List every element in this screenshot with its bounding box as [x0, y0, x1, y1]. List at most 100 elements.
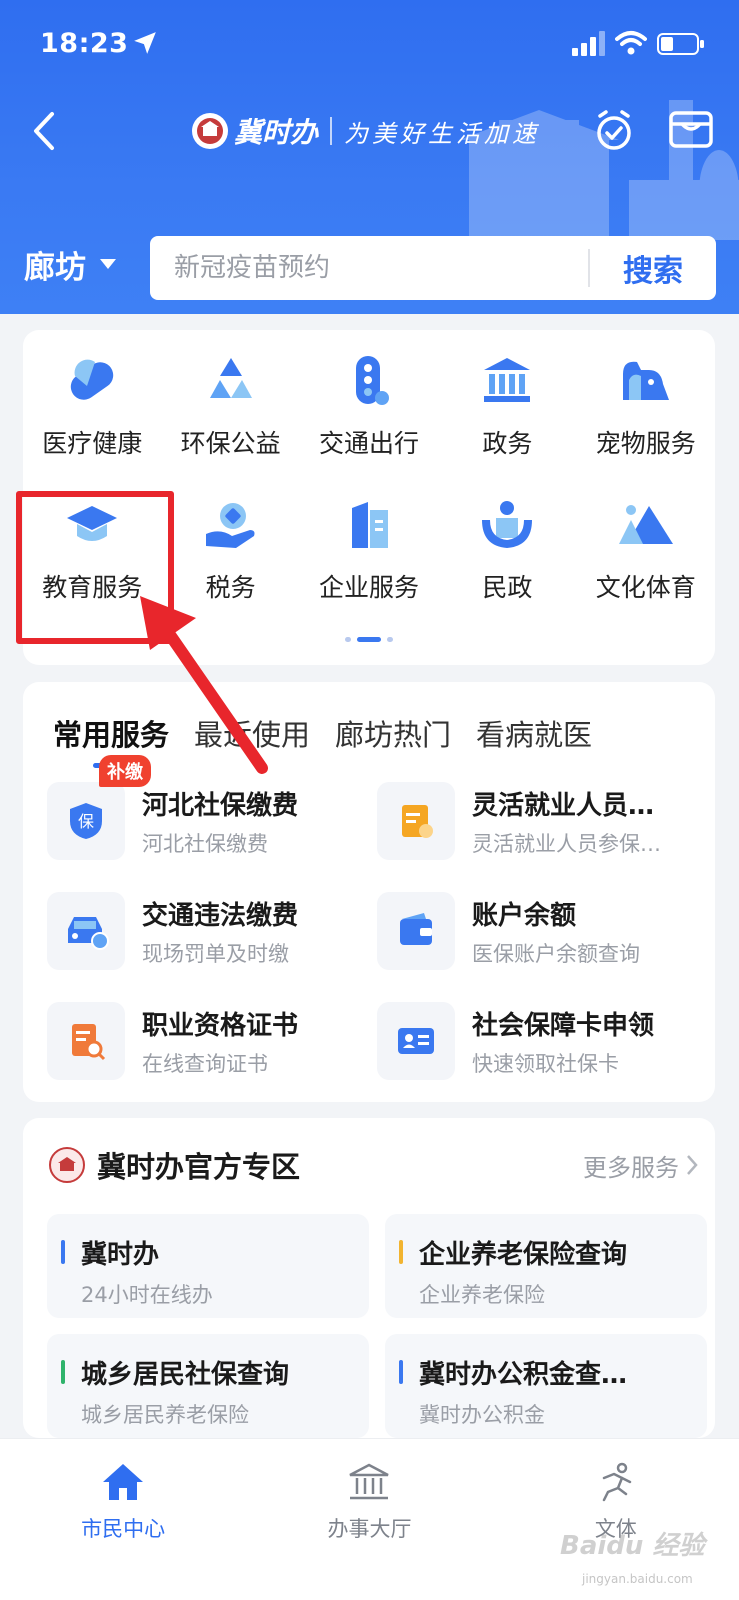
common-item-title: 账户余额 — [472, 900, 577, 931]
enterprise-building-icon — [338, 494, 400, 556]
official-zone-header: 冀时办官方专区 更多服务 — [49, 1144, 699, 1186]
brand-banner: 冀时办 为美好生活加速 — [192, 108, 540, 154]
service-environment[interactable]: 环保公益 — [161, 350, 299, 460]
common-item-social-insurance-payment[interactable]: 保 补缴 河北社保缴费 河北社保缴费 — [47, 755, 377, 860]
tab-recent[interactable]: 最近使用 — [194, 712, 310, 754]
chevron-right-icon — [687, 1155, 698, 1175]
page-dot — [387, 637, 393, 642]
official-item-title: 城乡居民社保查询 — [81, 1360, 290, 1390]
service-label: 环保公益 — [180, 429, 281, 458]
service-culture-sports[interactable]: 文化体育 — [577, 494, 715, 604]
official-item-title: 冀时办 — [81, 1240, 160, 1270]
service-tabs: 常用服务 最近使用 廊坊热门 看病就医 — [53, 712, 592, 768]
tab-medical[interactable]: 看病就医 — [476, 712, 592, 754]
service-label: 宠物服务 — [595, 429, 696, 458]
card-wallet-icon[interactable] — [668, 108, 714, 150]
common-item-subtitle: 快速领取社保卡 — [472, 1051, 619, 1076]
alarm-clock-icon[interactable] — [594, 108, 634, 152]
common-service-list: 保 补缴 河北社保缴费 河北社保缴费 灵活就业人员… 灵活就业人员参保… 交通违… — [47, 755, 707, 1080]
document-edit-icon — [377, 782, 455, 860]
service-tax[interactable]: 税务 — [161, 494, 299, 604]
recycle-icon — [200, 350, 262, 412]
accent-bar — [61, 1240, 65, 1264]
svg-text:保: 保 — [78, 812, 94, 831]
more-services-label: 更多服务 — [583, 1153, 679, 1182]
running-icon — [593, 1459, 639, 1505]
more-services-link[interactable]: 更多服务 — [583, 1148, 699, 1183]
supplement-badge: 补缴 — [99, 755, 151, 787]
caret-down-icon — [100, 259, 116, 269]
common-item-title: 社会保障卡申领 — [472, 1010, 655, 1041]
civil-affairs-icon — [476, 494, 538, 556]
common-item-account-balance[interactable]: 账户余额 医保账户余额查询 — [377, 892, 707, 970]
common-item-flexible-employment[interactable]: 灵活就业人员… 灵活就业人员参保… — [377, 782, 707, 860]
search-input[interactable] — [150, 236, 588, 300]
common-services-card: 常用服务 最近使用 廊坊热门 看病就医 保 补缴 河北社保缴费 河北社保缴费 灵… — [23, 682, 715, 1102]
official-item-subtitle: 冀时办公积金 — [419, 1403, 545, 1427]
nav-label: 办事大厅 — [327, 1517, 412, 1541]
id-card-icon — [377, 1002, 455, 1080]
social-insurance-icon: 保 — [47, 782, 125, 860]
common-item-traffic-fine[interactable]: 交通违法缴费 现场罚单及时缴 — [47, 892, 377, 970]
service-traffic[interactable]: 交通出行 — [300, 350, 438, 460]
service-pet[interactable]: 宠物服务 — [577, 350, 715, 460]
common-item-subtitle: 现场罚单及时缴 — [142, 941, 289, 966]
service-label: 文化体育 — [595, 573, 696, 602]
city-skyline-decoration — [459, 100, 739, 240]
nav-label: 市民中心 — [81, 1517, 166, 1541]
tab-langfang-hot[interactable]: 廊坊热门 — [335, 712, 451, 754]
page-dot-active — [357, 637, 381, 642]
wifi-icon — [615, 31, 647, 55]
tab-common[interactable]: 常用服务 — [53, 712, 169, 768]
baidu-watermark: Baidu 经验 — [560, 1531, 705, 1561]
service-label: 医疗健康 — [42, 429, 143, 458]
baidu-watermark-url: jingyan.baidu.com — [582, 1572, 693, 1586]
official-item-resident-social-security[interactable]: 城乡居民社保查询 城乡居民养老保险 — [47, 1334, 369, 1438]
location-arrow-icon — [134, 32, 156, 54]
home-icon — [100, 1459, 146, 1505]
service-enterprise[interactable]: 企业服务 — [300, 494, 438, 604]
wallet-icon — [377, 892, 455, 970]
common-item-title: 交通违法缴费 — [142, 900, 299, 931]
battery-icon — [657, 33, 704, 55]
official-zone-card: 冀时办官方专区 更多服务 冀时办 24小时在线办 企业养老保险查询 企业养老保险… — [23, 1118, 715, 1438]
accent-bar — [399, 1360, 403, 1384]
common-item-qualification-certificate[interactable]: 职业资格证书 在线查询证书 — [47, 1002, 377, 1080]
service-label: 民政 — [482, 573, 533, 602]
tax-hand-icon — [200, 494, 262, 556]
signal-icon — [572, 31, 605, 56]
mountain-icon — [615, 494, 677, 556]
city-name: 廊坊 — [24, 249, 86, 286]
city-selector[interactable]: 廊坊 — [24, 238, 116, 290]
government-building-icon — [476, 350, 538, 412]
common-item-social-security-card[interactable]: 社会保障卡申领 快速领取社保卡 — [377, 1002, 707, 1080]
common-item-subtitle: 在线查询证书 — [142, 1051, 268, 1076]
brand-logo-icon — [192, 113, 228, 149]
nav-service-hall[interactable]: 办事大厅 — [246, 1439, 492, 1600]
official-item-title: 企业养老保险查询 — [419, 1240, 628, 1270]
common-item-title: 职业资格证书 — [142, 1010, 299, 1041]
official-item-jishiban[interactable]: 冀时办 24小时在线办 — [47, 1214, 369, 1318]
common-item-subtitle: 灵活就业人员参保… — [472, 831, 661, 856]
official-item-enterprise-pension[interactable]: 企业养老保险查询 企业养老保险 — [385, 1214, 707, 1318]
education-highlight-box — [16, 491, 174, 644]
page-dot — [345, 637, 351, 642]
search-button[interactable]: 搜索 — [590, 246, 716, 290]
hall-icon — [346, 1459, 392, 1505]
official-item-title: 冀时办公积金查… — [419, 1360, 628, 1390]
nav-citizen-center[interactable]: 市民中心 — [0, 1439, 246, 1600]
back-icon[interactable] — [28, 108, 64, 154]
brand-name: 冀时办 — [234, 116, 319, 149]
search-box: 搜索 — [150, 236, 716, 300]
official-item-housing-fund[interactable]: 冀时办公积金查… 冀时办公积金 — [385, 1334, 707, 1438]
service-civil-affairs[interactable]: 民政 — [438, 494, 576, 604]
service-medical[interactable]: 医疗健康 — [23, 350, 161, 460]
status-time: 18:23 — [40, 28, 129, 59]
status-bar: 18:23 — [0, 0, 739, 90]
pet-icon — [615, 350, 677, 412]
official-service-list: 冀时办 24小时在线办 企业养老保险查询 企业养老保险 城乡居民社保查询 城乡居… — [47, 1214, 713, 1438]
service-label: 企业服务 — [318, 573, 419, 602]
service-government[interactable]: 政务 — [438, 350, 576, 460]
official-zone-title: 冀时办官方专区 — [97, 1150, 301, 1184]
common-item-subtitle: 河北社保缴费 — [142, 831, 268, 856]
